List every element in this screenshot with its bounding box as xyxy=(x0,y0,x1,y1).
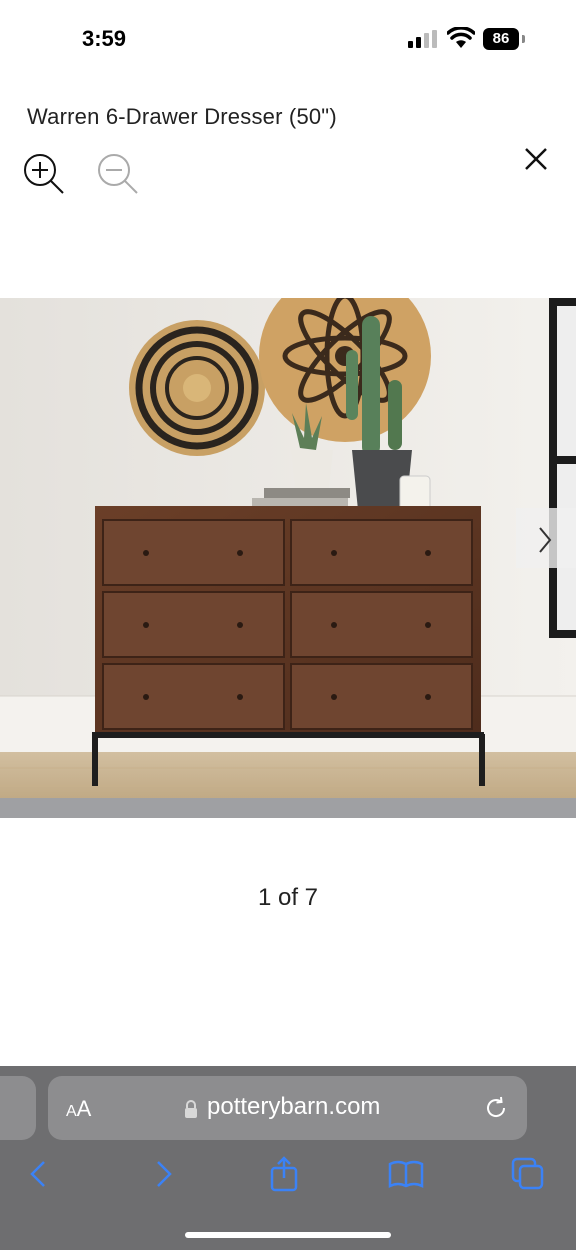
chevron-right-icon[interactable] xyxy=(516,508,576,568)
status-time: 3:59 xyxy=(82,26,127,51)
wifi-icon xyxy=(447,27,475,48)
status-bar: 3:59 86 xyxy=(0,0,576,80)
text-size-small-a: A xyxy=(66,1103,77,1120)
battery-level: 86 xyxy=(483,28,519,50)
tabs-icon[interactable] xyxy=(508,1154,548,1194)
zoom-out-icon[interactable] xyxy=(96,152,140,196)
product-title: Warren 6-Drawer Dresser (50") xyxy=(27,104,337,129)
back-icon[interactable] xyxy=(20,1154,60,1194)
text-size-large-a: A xyxy=(76,1096,92,1121)
lock-icon xyxy=(185,1100,197,1118)
bookmarks-icon[interactable] xyxy=(386,1154,426,1194)
url-text: potterybarn.com xyxy=(207,1093,381,1120)
browser-toolbar: AA potterybarn.com xyxy=(0,1066,576,1250)
share-icon[interactable] xyxy=(264,1154,304,1194)
dresser-photo xyxy=(0,298,576,818)
close-icon[interactable] xyxy=(522,145,550,173)
reload-icon[interactable] xyxy=(482,1094,510,1122)
home-indicator xyxy=(185,1232,391,1238)
zoom-in-icon[interactable] xyxy=(22,152,66,196)
image-counter: 1 of 7 xyxy=(257,884,319,911)
text-size-button[interactable]: AA xyxy=(66,1096,91,1122)
address-bar[interactable]: AA potterybarn.com xyxy=(48,1076,527,1140)
product-image[interactable] xyxy=(0,298,576,818)
cellular-signal-icon xyxy=(408,30,437,48)
battery-indicator: 86 xyxy=(483,28,525,50)
forward-icon[interactable] xyxy=(144,1154,184,1194)
previous-tab-preview[interactable] xyxy=(0,1076,36,1140)
battery-nub xyxy=(522,35,525,43)
